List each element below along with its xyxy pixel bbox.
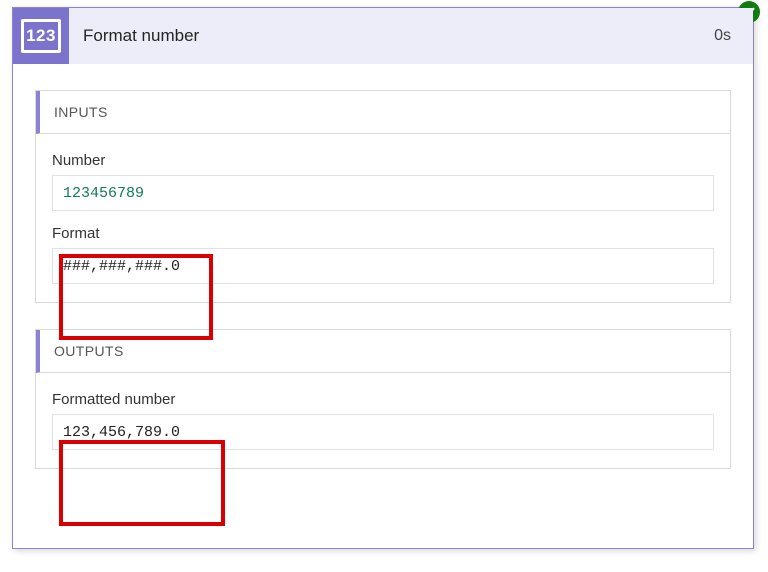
icon-text: 123	[21, 19, 61, 53]
field-number: Number 123456789	[52, 152, 714, 211]
field-number-value[interactable]: 123456789	[52, 175, 714, 211]
inputs-section-title: INPUTS	[36, 91, 730, 134]
field-format: Format ###,###,###.0	[52, 225, 714, 284]
field-format-value[interactable]: ###,###,###.0	[52, 248, 714, 284]
outputs-section-body: Formatted number 123,456,789.0	[36, 373, 730, 468]
card-header[interactable]: 123 Format number 0s	[13, 8, 753, 64]
outputs-section: OUTPUTS Formatted number 123,456,789.0	[35, 329, 731, 469]
field-formatted-value[interactable]: 123,456,789.0	[52, 414, 714, 450]
field-format-label: Format	[52, 225, 714, 242]
card-duration: 0s	[714, 27, 753, 45]
field-formatted: Formatted number 123,456,789.0	[52, 391, 714, 450]
format-number-icon: 123	[13, 8, 69, 64]
inputs-section-body: Number 123456789 Format ###,###,###.0	[36, 134, 730, 302]
card-title: Format number	[83, 26, 714, 46]
card-body: INPUTS Number 123456789 Format ###,###,#…	[13, 64, 753, 517]
field-number-label: Number	[52, 152, 714, 169]
outputs-section-title: OUTPUTS	[36, 330, 730, 373]
field-formatted-label: Formatted number	[52, 391, 714, 408]
inputs-section: INPUTS Number 123456789 Format ###,###,#…	[35, 90, 731, 303]
action-card: 123 Format number 0s INPUTS Number 12345…	[12, 7, 754, 549]
